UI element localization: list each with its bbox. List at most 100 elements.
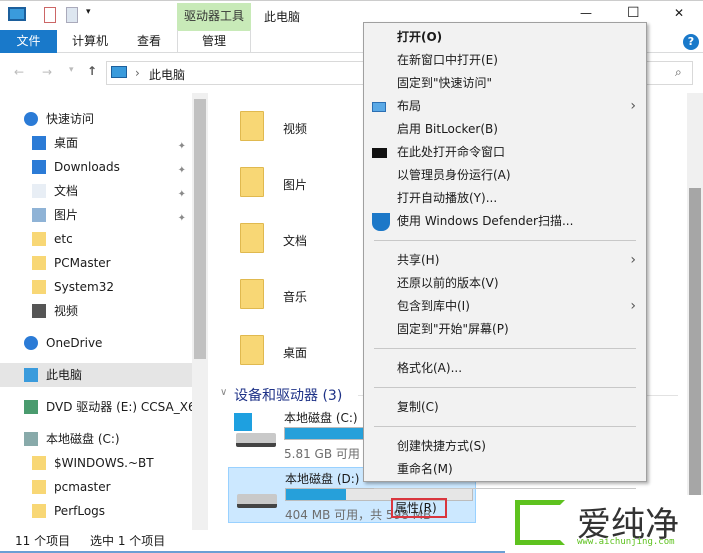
folder-icon [240,335,264,365]
nav-item-2[interactable]: Downloads ✦ [0,155,192,179]
nav-item-10[interactable]: 此电脑 [0,363,192,387]
folder-icon [32,256,46,270]
customize-toolbar-dropdown-icon[interactable]: ▾ [86,7,91,17]
folder-icon [240,223,264,253]
folder-icon [32,232,46,246]
item-count: 11 个项目 [15,534,71,548]
nav-scrollbar[interactable] [192,93,208,530]
windows-logo-icon [234,413,252,431]
close-button[interactable]: ✕ [674,6,684,20]
tab-manage[interactable]: 管理 [177,30,251,53]
menu-item-label: 固定到"开始"屏幕(P) [397,322,509,336]
menu-item[interactable]: 固定到"快速访问" [364,72,646,95]
defender-shield-icon [372,213,390,231]
computer-icon [8,7,26,21]
menu-item[interactable]: 共享(H) › [364,249,646,272]
menu-item[interactable]: 使用 Windows Defender扫描... [364,210,646,233]
menu-item[interactable]: 在新窗口中打开(E) [364,49,646,72]
nav-item-label: 图片 [54,208,79,222]
help-icon[interactable]: ? [683,34,699,50]
menu-item[interactable]: 在此处打开命令窗口 [364,141,646,164]
nav-item-label: 视频 [54,304,79,318]
nav-item-label: OneDrive [46,336,103,350]
nav-item-11[interactable]: DVD 驱动器 (E:) CCSA_X64 [0,395,192,419]
nav-item-14[interactable]: pcmaster [0,475,192,499]
menu-item[interactable]: 以管理员身份运行(A) [364,164,646,187]
folder-label: 文档 [283,234,308,248]
menu-item[interactable]: 打开自动播放(Y)... [364,187,646,210]
folder-item[interactable]: 视频 [238,107,358,147]
cloud-icon [24,336,38,350]
up-button[interactable]: ↑ [87,64,97,78]
nav-item-label: PerfLogs [54,504,106,518]
menu-item[interactable]: 格式化(A)... [364,357,646,380]
drive-free-space: 5.81 GB 可用 [284,447,360,461]
nav-item-label: 桌面 [54,136,79,150]
folder-icon [32,480,46,494]
menu-item[interactable]: 重命名(M) [364,458,646,481]
menu-separator [374,348,636,349]
menu-item-label: 使用 Windows Defender扫描... [397,214,574,228]
recent-locations-dropdown[interactable]: ▾ [69,65,74,75]
forward-button[interactable]: → [42,65,52,79]
nav-item-1[interactable]: 桌面 ✦ [0,131,192,155]
tab-file[interactable]: 文件 [0,30,57,53]
drive-tools-context-tab[interactable]: 驱动器工具 [177,3,251,31]
menu-item-label: 共享(H) [397,253,440,267]
nav-item-15[interactable]: PerfLogs [0,499,192,523]
menu-item-label: 创建快捷方式(S) [397,439,486,453]
folder-item[interactable]: 文档 [238,219,358,259]
tab-computer[interactable]: 计算机 [60,30,120,53]
menu-item[interactable]: 布局 › [364,95,646,118]
menu-item-label: 在新窗口中打开(E) [397,53,498,67]
menu-item-label: 包含到库中(I) [397,299,470,313]
devices-section-header[interactable]: 设备和驱动器 (3) [234,385,342,405]
section-collapse-icon[interactable]: ∨ [220,387,227,398]
breadcrumb-this-pc[interactable]: 此电脑 [149,66,185,83]
menu-item[interactable]: 启用 BitLocker(B) [364,118,646,141]
content-scrollbar[interactable] [687,93,703,533]
folder-label: 视频 [283,122,308,136]
download-icon [32,160,46,174]
properties-icon[interactable] [44,7,56,23]
folder-item[interactable]: 桌面 [238,331,358,371]
drive-icon [236,433,276,447]
nav-item-13[interactable]: $WINDOWS.~BT [0,451,192,475]
nav-item-3[interactable]: 文档 ✦ [0,179,192,203]
nav-item-6[interactable]: PCMaster [0,251,192,275]
menu-separator [374,426,636,427]
nav-item-4[interactable]: 图片 ✦ [0,203,192,227]
nav-item-12[interactable]: 本地磁盘 (C:) [0,427,192,451]
folder-icon [240,111,264,141]
menu-separator [374,488,636,489]
menu-item[interactable]: 创建快捷方式(S) [364,435,646,458]
nav-item-7[interactable]: System32 [0,275,192,299]
tab-view[interactable]: 查看 [124,30,174,53]
search-icon[interactable]: ⌕ [675,65,682,80]
nav-item-0[interactable]: 快速访问 [0,107,192,131]
minimize-button[interactable]: — [580,6,592,20]
context-menu: 打开(O) 在新窗口中打开(E) 固定到"快速访问" 布局 › 启用 BitLocker(… [363,22,647,518]
content-scrollbar-thumb[interactable] [689,188,701,533]
nav-scrollbar-thumb[interactable] [194,99,206,359]
folder-icon [32,504,46,518]
nav-item-label: etc [54,232,73,246]
submenu-arrow-icon: › [630,98,636,114]
breadcrumb-separator-icon: › [135,66,140,80]
new-folder-icon[interactable] [66,7,78,23]
maximize-button[interactable]: ☐ [627,5,640,21]
nav-item-label: 快速访问 [46,112,95,126]
folder-item[interactable]: 图片 [238,163,358,203]
nav-item-label: $WINDOWS.~BT [54,456,154,470]
nav-item-5[interactable]: etc [0,227,192,251]
nav-item-9[interactable]: OneDrive [0,331,192,355]
menu-item[interactable]: 包含到库中(I) › [364,295,646,318]
menu-item[interactable]: 打开(O) [364,26,646,49]
drive-icon [237,494,277,508]
nav-item-8[interactable]: 视频 [0,299,192,323]
menu-item[interactable]: 固定到"开始"屏幕(P) [364,318,646,341]
folder-item[interactable]: 音乐 [238,275,358,315]
menu-item[interactable]: 还原以前的版本(V) [364,272,646,295]
menu-item[interactable]: 复制(C) [364,396,646,419]
back-button[interactable]: ← [14,65,24,79]
